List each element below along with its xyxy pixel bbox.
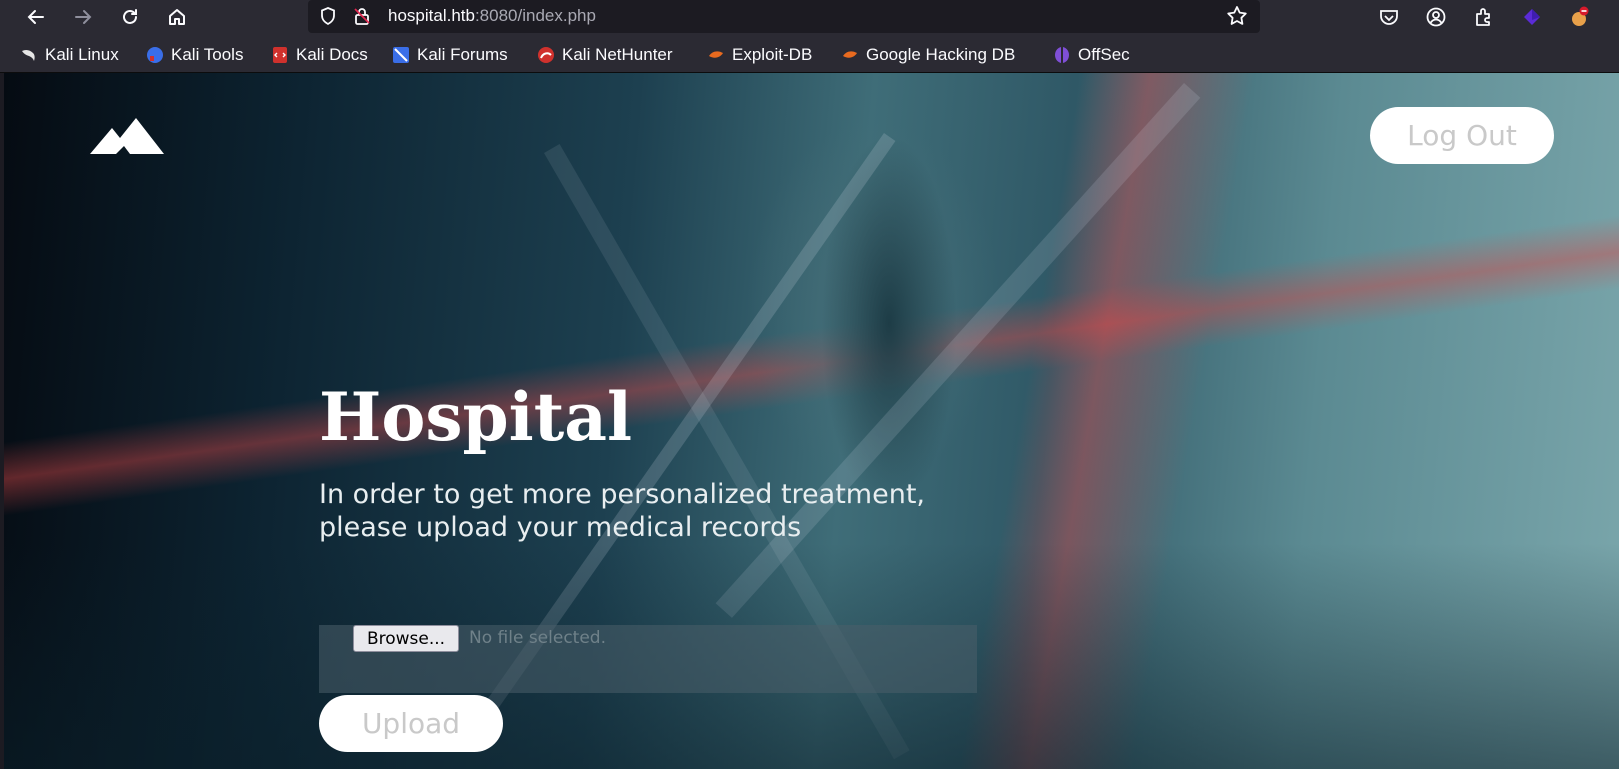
forward-arrow-icon[interactable] [68, 2, 98, 32]
lock-icon[interactable] [352, 6, 372, 26]
bookmark-exploit-db[interactable]: Exploit-DB [707, 44, 812, 66]
bookmark-label: Kali Tools [171, 45, 244, 64]
upload-button[interactable]: Upload [319, 695, 503, 752]
bookmarks-bar: Kali Linux Kali Tools Kali Docs Kali For… [0, 35, 1619, 73]
bookmark-kali-forums[interactable]: Kali Forums [392, 44, 508, 66]
url-path: :8080/index.php [474, 6, 596, 25]
star-icon[interactable] [1226, 5, 1248, 27]
bookmark-label: Kali Forums [417, 45, 508, 64]
bookmark-kali-linux[interactable]: Kali Linux [20, 44, 119, 66]
bookmark-label: Kali NetHunter [562, 45, 673, 64]
bookmark-kali-tools[interactable]: Kali Tools [146, 44, 243, 66]
kali-nethunter-icon [538, 47, 554, 63]
file-input[interactable]: Browse... No file selected. [319, 625, 977, 693]
exploit-db-icon [709, 51, 723, 58]
kali-forums-icon [393, 47, 409, 63]
offsec-icon [1055, 47, 1069, 63]
bookmark-kali-nethunter[interactable]: Kali NetHunter [537, 44, 673, 66]
bookmark-label: Kali Linux [45, 45, 119, 64]
account-icon[interactable] [1424, 5, 1448, 29]
subtitle-line: please upload your medical records [319, 512, 802, 543]
bookmark-label: Exploit-DB [732, 45, 813, 64]
log-out-button[interactable]: Log Out [1370, 107, 1554, 164]
extension-fox-icon[interactable] [1567, 5, 1591, 29]
browser-toolbar: hospital.htb:8080/index.php [0, 0, 1619, 35]
bookmark-label: Google Hacking DB [866, 45, 1016, 64]
page-viewport: Log Out Hospital In order to get more pe… [4, 73, 1619, 769]
home-icon[interactable] [162, 2, 192, 32]
url-host: hospital.htb [388, 6, 475, 25]
bookmark-label: OffSec [1078, 45, 1130, 64]
url-text[interactable]: hospital.htb:8080/index.php [388, 6, 596, 26]
bookmark-label: Kali Docs [296, 45, 368, 64]
pocket-icon[interactable] [1377, 5, 1401, 29]
mountain-logo-icon[interactable] [90, 118, 164, 156]
extensions-icon[interactable] [1472, 5, 1496, 29]
kali-docs-icon [273, 47, 287, 63]
back-arrow-icon[interactable] [21, 2, 51, 32]
bookmark-kali-docs[interactable]: Kali Docs [271, 44, 368, 66]
bookmark-google-hacking-db[interactable]: Google Hacking DB [841, 44, 1015, 66]
page-subtitle: In order to get more personalized treatm… [319, 478, 1079, 544]
reload-icon[interactable] [115, 2, 145, 32]
extension-purple-icon[interactable] [1520, 5, 1544, 29]
page-title: Hospital [319, 378, 633, 456]
file-status-text: No file selected. [469, 628, 606, 648]
browse-button[interactable]: Browse... [353, 625, 459, 652]
kali-tools-icon [147, 47, 163, 63]
ghdb-icon [843, 51, 857, 58]
shield-icon[interactable] [318, 6, 338, 26]
bookmark-offsec[interactable]: OffSec [1053, 44, 1130, 66]
subtitle-line: In order to get more personalized treatm… [319, 479, 925, 510]
url-bar[interactable]: hospital.htb:8080/index.php [308, 0, 1260, 33]
kali-dragon-icon [22, 49, 35, 61]
